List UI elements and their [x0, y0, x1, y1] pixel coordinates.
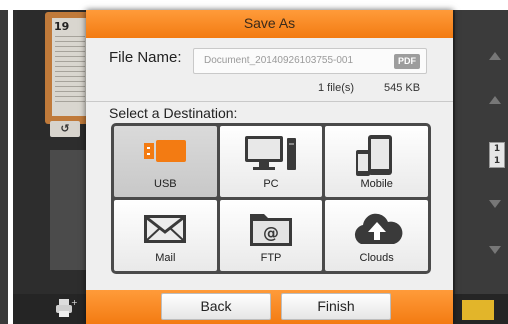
page-down-arrow-icon[interactable] — [489, 200, 501, 208]
file-name-value: Document_20140926103755-001 — [204, 55, 354, 66]
section-divider — [86, 101, 453, 102]
page-up-arrow-icon[interactable] — [489, 96, 501, 104]
destination-clouds[interactable]: Clouds — [325, 200, 428, 271]
destination-label: Select a Destination: — [109, 105, 238, 121]
cloud-upload-icon — [354, 213, 403, 244]
destination-label-ftp: FTP — [260, 252, 282, 264]
dialog-title-bar: Save As — [86, 10, 453, 38]
dialog-title: Save As — [243, 15, 296, 31]
finish-button[interactable]: Finish — [281, 293, 391, 320]
page-current: 1 — [493, 144, 501, 154]
destination-pc[interactable]: PC — [219, 126, 323, 197]
mobile-icon — [355, 135, 392, 176]
destination-ftp[interactable]: @ FTP — [219, 200, 323, 271]
thumbnail-page-number: 19 — [54, 20, 70, 33]
file-name-label: File Name: — [109, 49, 182, 66]
back-button[interactable]: Back — [161, 293, 271, 320]
destination-label-mobile: Mobile — [360, 178, 393, 190]
destination-label-pc: PC — [263, 178, 279, 190]
ftp-folder-icon: @ — [249, 214, 292, 246]
svg-text:@: @ — [263, 223, 279, 242]
pc-icon — [244, 136, 296, 170]
destination-label-clouds: Clouds — [359, 252, 394, 264]
rotate-icon[interactable]: ↺ — [50, 121, 80, 137]
file-name-input[interactable]: Document_20140926103755-001 PDF — [193, 48, 427, 74]
svg-text:+: + — [71, 298, 77, 307]
dialog-footer: Back Finish — [86, 290, 453, 324]
mail-icon — [144, 215, 187, 243]
scroll-down-arrow-icon[interactable] — [489, 246, 501, 254]
thumbnail-text-lines — [55, 36, 85, 106]
destination-label-usb: USB — [154, 178, 177, 190]
destination-grid: USB PC Mobile Mail @ FTP Clouds — [111, 123, 431, 274]
left-edge-strip — [0, 10, 8, 324]
destination-label-mail: Mail — [155, 252, 176, 264]
page-total: 1 — [493, 156, 501, 166]
file-format-badge[interactable]: PDF — [394, 54, 420, 69]
scroll-up-arrow-icon[interactable] — [489, 52, 501, 60]
destination-mobile[interactable]: Mobile — [325, 126, 428, 197]
page-indicator: 1 1 — [489, 142, 505, 168]
destination-usb[interactable]: USB — [114, 126, 217, 197]
file-size: 545 KB — [384, 82, 421, 94]
save-as-dialog: Save As File Name: Document_201409261037… — [86, 10, 453, 324]
destination-mail[interactable]: Mail — [114, 200, 217, 271]
file-count: 1 file(s) — [318, 82, 355, 94]
printer-add-icon[interactable]: + — [55, 298, 77, 318]
bottom-right-tab[interactable] — [462, 300, 494, 320]
usb-icon — [144, 140, 187, 162]
